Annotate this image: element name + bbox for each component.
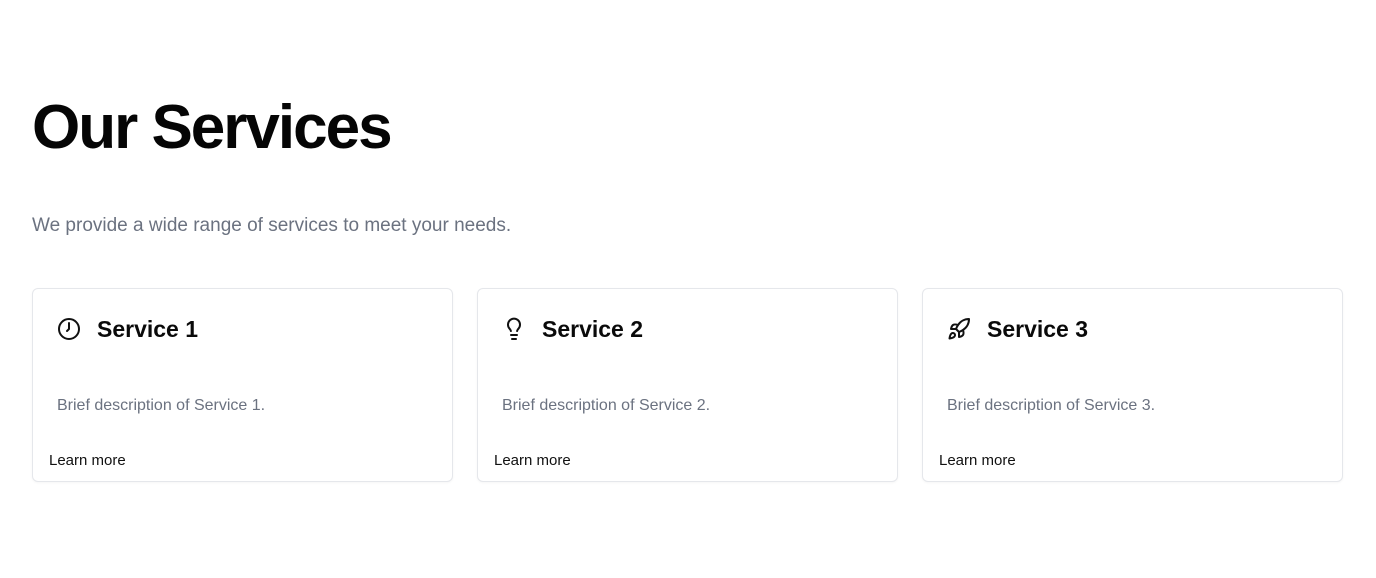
clock-icon — [57, 317, 81, 341]
card-description: Brief description of Service 3. — [947, 397, 1156, 414]
learn-more-link[interactable]: Learn more — [939, 451, 1016, 471]
rocket-icon — [947, 317, 971, 341]
card-description: Brief description of Service 1. — [57, 397, 266, 414]
learn-more-link[interactable]: Learn more — [49, 451, 126, 471]
service-card: Service 1 Brief description of Service 1… — [32, 288, 453, 482]
service-card: Service 3 Brief description of Service 3… — [922, 288, 1343, 482]
card-title: Service 3 — [987, 316, 1089, 342]
page-subtitle: We provide a wide range of services to m… — [32, 215, 512, 236]
card-title: Service 2 — [542, 316, 644, 342]
learn-more-link[interactable]: Learn more — [494, 451, 571, 471]
card-header: Service 3 — [947, 315, 1088, 343]
service-card: Service 2 Brief description of Service 2… — [477, 288, 898, 482]
card-header: Service 2 — [502, 315, 643, 343]
services-section: Our Services We provide a wide range of … — [0, 0, 1376, 578]
service-cards: Service 1 Brief description of Service 1… — [32, 288, 1343, 482]
lightbulb-icon — [502, 317, 526, 341]
card-header: Service 1 — [57, 315, 198, 343]
page-title: Our Services — [32, 93, 393, 162]
card-title: Service 1 — [97, 316, 199, 342]
card-description: Brief description of Service 2. — [502, 397, 711, 414]
